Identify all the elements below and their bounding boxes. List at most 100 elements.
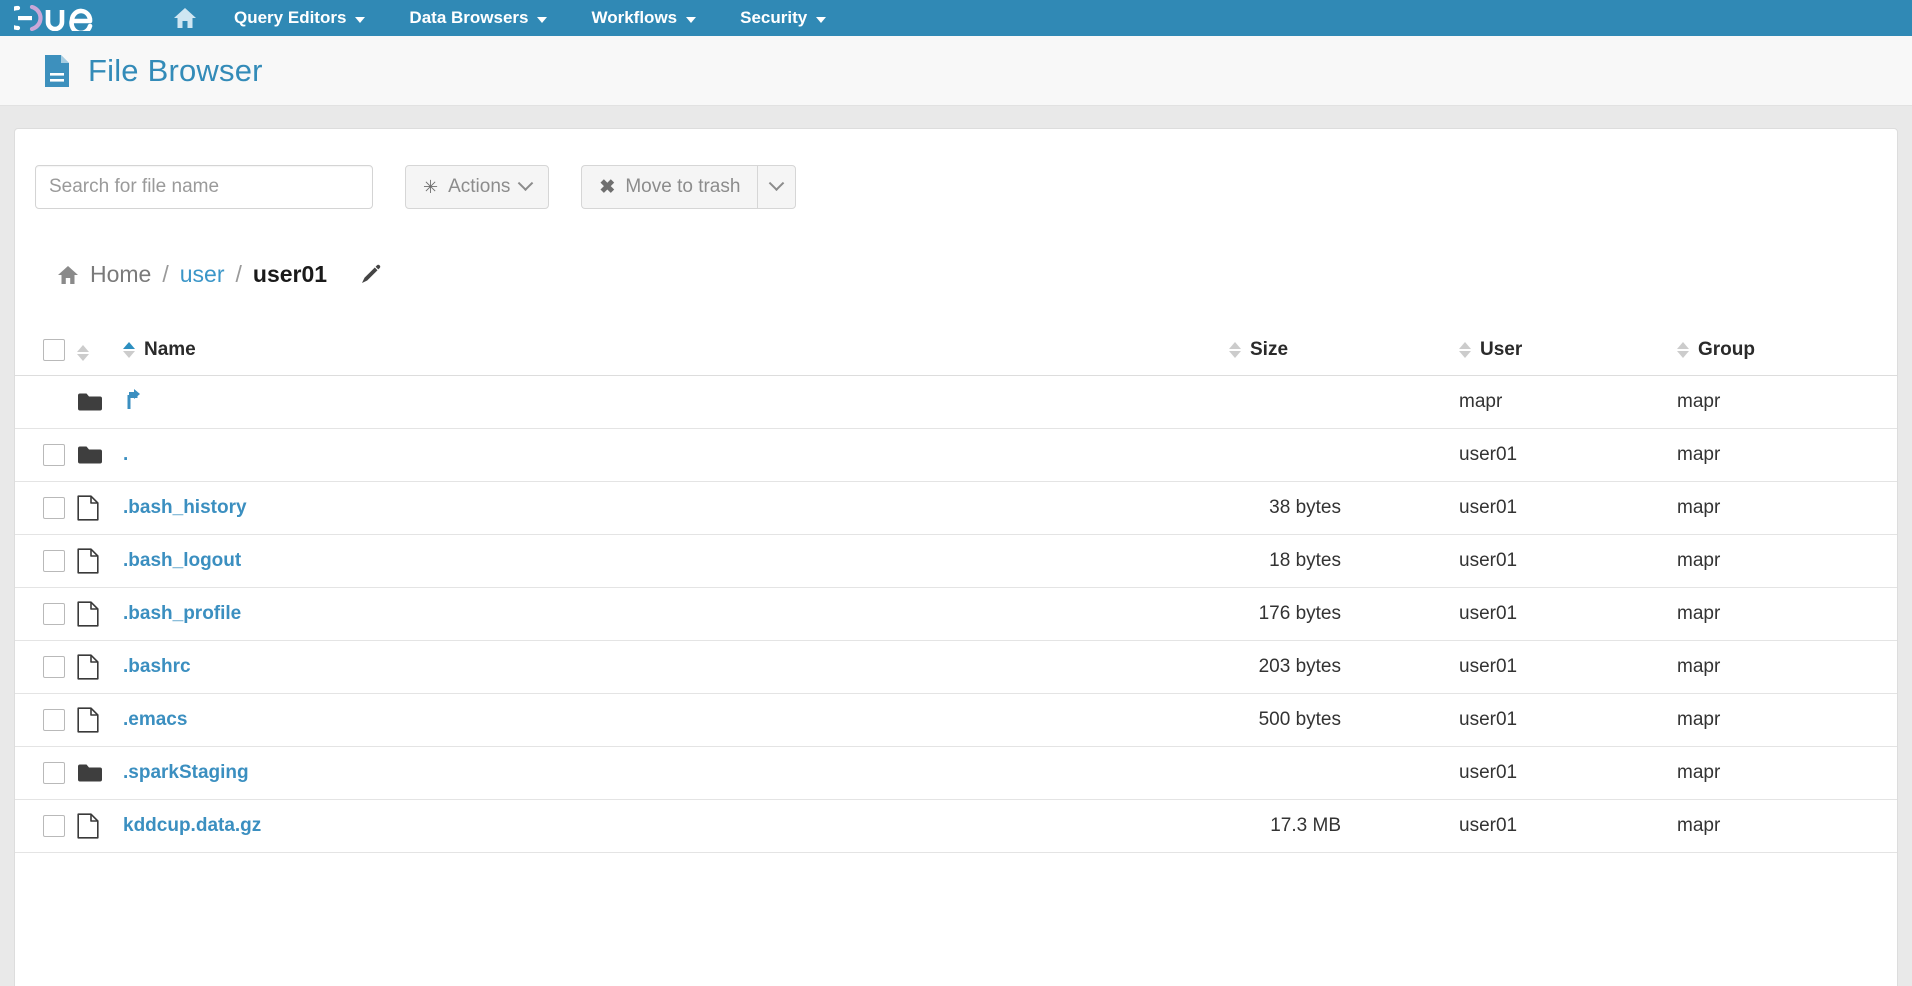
row-select-cell[interactable] xyxy=(15,746,77,800)
header-user-label: User xyxy=(1480,339,1523,360)
chevron-down-icon xyxy=(537,16,548,23)
sort-arrows-icon[interactable] xyxy=(1677,342,1689,358)
row-name-cell[interactable]: .bashrc xyxy=(123,640,1229,694)
table-row[interactable]: . user01 mapr xyxy=(15,428,1897,482)
breadcrumb-edit-button[interactable] xyxy=(359,264,381,286)
chevron-down-icon xyxy=(769,174,785,191)
row-select-cell[interactable] xyxy=(15,481,77,535)
nav-item-label: Data Browsers xyxy=(409,8,529,27)
row-checkbox[interactable] xyxy=(43,709,65,731)
row-group-cell: mapr xyxy=(1677,534,1897,588)
breadcrumb: Home / user / user01 xyxy=(15,209,1897,288)
toolbar: ✳ Actions ✖ Move to trash xyxy=(15,129,1897,209)
breadcrumb-item-user01[interactable]: user01 xyxy=(253,261,327,288)
row-checkbox[interactable] xyxy=(43,444,65,466)
nav-item-label: Workflows xyxy=(591,8,678,27)
header-user[interactable]: User xyxy=(1459,336,1677,376)
row-size-cell xyxy=(1229,428,1459,482)
parent-directory-link[interactable] xyxy=(123,389,143,415)
file-name-link[interactable]: .bashrc xyxy=(123,656,191,677)
row-name-cell[interactable]: .emacs xyxy=(123,693,1229,747)
row-checkbox[interactable] xyxy=(43,603,65,625)
header-size[interactable]: Size xyxy=(1229,336,1459,376)
row-group-cell: mapr xyxy=(1677,481,1897,535)
row-size-cell: 176 bytes xyxy=(1229,587,1459,641)
table-row[interactable]: kddcup.data.gz 17.3 MB user01 mapr xyxy=(15,799,1897,853)
row-name-cell[interactable]: .bash_history xyxy=(123,481,1229,535)
home-icon xyxy=(174,8,196,28)
hue-logo[interactable] xyxy=(14,0,118,36)
nav-item-security[interactable]: Security xyxy=(718,0,848,36)
header-name[interactable]: Name xyxy=(123,336,1229,376)
folder-icon xyxy=(78,446,102,464)
table-row[interactable]: .emacs 500 bytes user01 mapr xyxy=(15,693,1897,747)
table-row[interactable]: mapr mapr xyxy=(15,375,1897,429)
hue-logo-icon xyxy=(14,5,93,31)
x-mark-icon: ✖ xyxy=(599,176,616,198)
file-table-head: Name Size User Group xyxy=(15,336,1897,376)
breadcrumb-home[interactable]: Home xyxy=(57,261,151,288)
row-checkbox[interactable] xyxy=(43,550,65,572)
move-to-trash-dropdown-toggle[interactable] xyxy=(757,165,797,209)
row-select-cell[interactable] xyxy=(15,428,77,482)
file-name-link[interactable]: . xyxy=(123,444,128,465)
nav-item-query-editors[interactable]: Query Editors xyxy=(212,0,387,36)
row-group-cell: mapr xyxy=(1677,375,1897,429)
row-type-icon-cell xyxy=(77,799,123,853)
file-name-link[interactable]: .bash_history xyxy=(123,497,247,518)
row-name-cell[interactable]: .bash_logout xyxy=(123,534,1229,588)
row-checkbox[interactable] xyxy=(43,762,65,784)
actions-button[interactable]: ✳ Actions xyxy=(405,165,550,209)
file-name-link[interactable]: kddcup.data.gz xyxy=(123,815,261,836)
file-document-icon xyxy=(45,54,69,87)
file-name-link[interactable]: .bash_profile xyxy=(123,603,241,624)
table-row[interactable]: .bash_history 38 bytes user01 mapr xyxy=(15,481,1897,535)
row-size-cell xyxy=(1229,746,1459,800)
table-row[interactable]: .sparkStaging user01 mapr xyxy=(15,746,1897,800)
row-select-cell[interactable] xyxy=(15,587,77,641)
sort-arrows-icon[interactable] xyxy=(77,345,89,361)
row-select-cell[interactable] xyxy=(15,693,77,747)
select-all-checkbox[interactable] xyxy=(43,339,65,361)
nav-item-label: Security xyxy=(740,8,808,27)
breadcrumb-item-user[interactable]: user xyxy=(180,261,225,288)
row-size-cell: 17.3 MB xyxy=(1229,799,1459,853)
move-to-trash-group: ✖ Move to trash xyxy=(581,165,797,209)
row-group-cell: mapr xyxy=(1677,428,1897,482)
file-name-link[interactable]: .bash_logout xyxy=(123,550,241,571)
sort-arrows-icon[interactable] xyxy=(123,342,135,358)
row-select-cell[interactable] xyxy=(15,640,77,694)
header-group[interactable]: Group xyxy=(1677,336,1897,376)
row-checkbox[interactable] xyxy=(43,497,65,519)
row-select-cell[interactable] xyxy=(15,534,77,588)
row-checkbox[interactable] xyxy=(43,656,65,678)
nav-home-button[interactable] xyxy=(158,0,212,36)
row-name-cell[interactable]: .bash_profile xyxy=(123,587,1229,641)
row-group-cell: mapr xyxy=(1677,799,1897,853)
header-select-all[interactable] xyxy=(15,336,77,376)
nav-item-workflows[interactable]: Workflows xyxy=(569,0,718,36)
header-group-label: Group xyxy=(1698,339,1755,360)
page-header: File Browser xyxy=(0,36,1912,106)
sort-arrows-icon[interactable] xyxy=(1459,342,1471,358)
row-name-cell[interactable]: kddcup.data.gz xyxy=(123,799,1229,853)
header-type-sorter[interactable] xyxy=(77,336,123,376)
file-name-link[interactable]: .emacs xyxy=(123,709,187,730)
header-size-label: Size xyxy=(1250,339,1289,360)
search-input[interactable] xyxy=(35,165,373,209)
table-row[interactable]: .bash_profile 176 bytes user01 mapr xyxy=(15,587,1897,641)
row-name-cell[interactable]: .sparkStaging xyxy=(123,746,1229,800)
breadcrumb-separator: / xyxy=(162,261,169,287)
row-type-icon-cell xyxy=(77,375,123,429)
move-to-trash-button[interactable]: ✖ Move to trash xyxy=(581,165,758,209)
document-icon xyxy=(77,601,99,627)
sort-arrows-icon[interactable] xyxy=(1229,342,1241,358)
table-row[interactable]: .bashrc 203 bytes user01 mapr xyxy=(15,640,1897,694)
row-checkbox[interactable] xyxy=(43,815,65,837)
file-name-link[interactable]: .sparkStaging xyxy=(123,762,249,783)
row-name-cell[interactable]: . xyxy=(123,428,1229,482)
row-select-cell[interactable] xyxy=(15,799,77,853)
row-name-cell[interactable] xyxy=(123,375,1229,429)
nav-item-data-browsers[interactable]: Data Browsers xyxy=(387,0,569,36)
table-row[interactable]: .bash_logout 18 bytes user01 mapr xyxy=(15,534,1897,588)
